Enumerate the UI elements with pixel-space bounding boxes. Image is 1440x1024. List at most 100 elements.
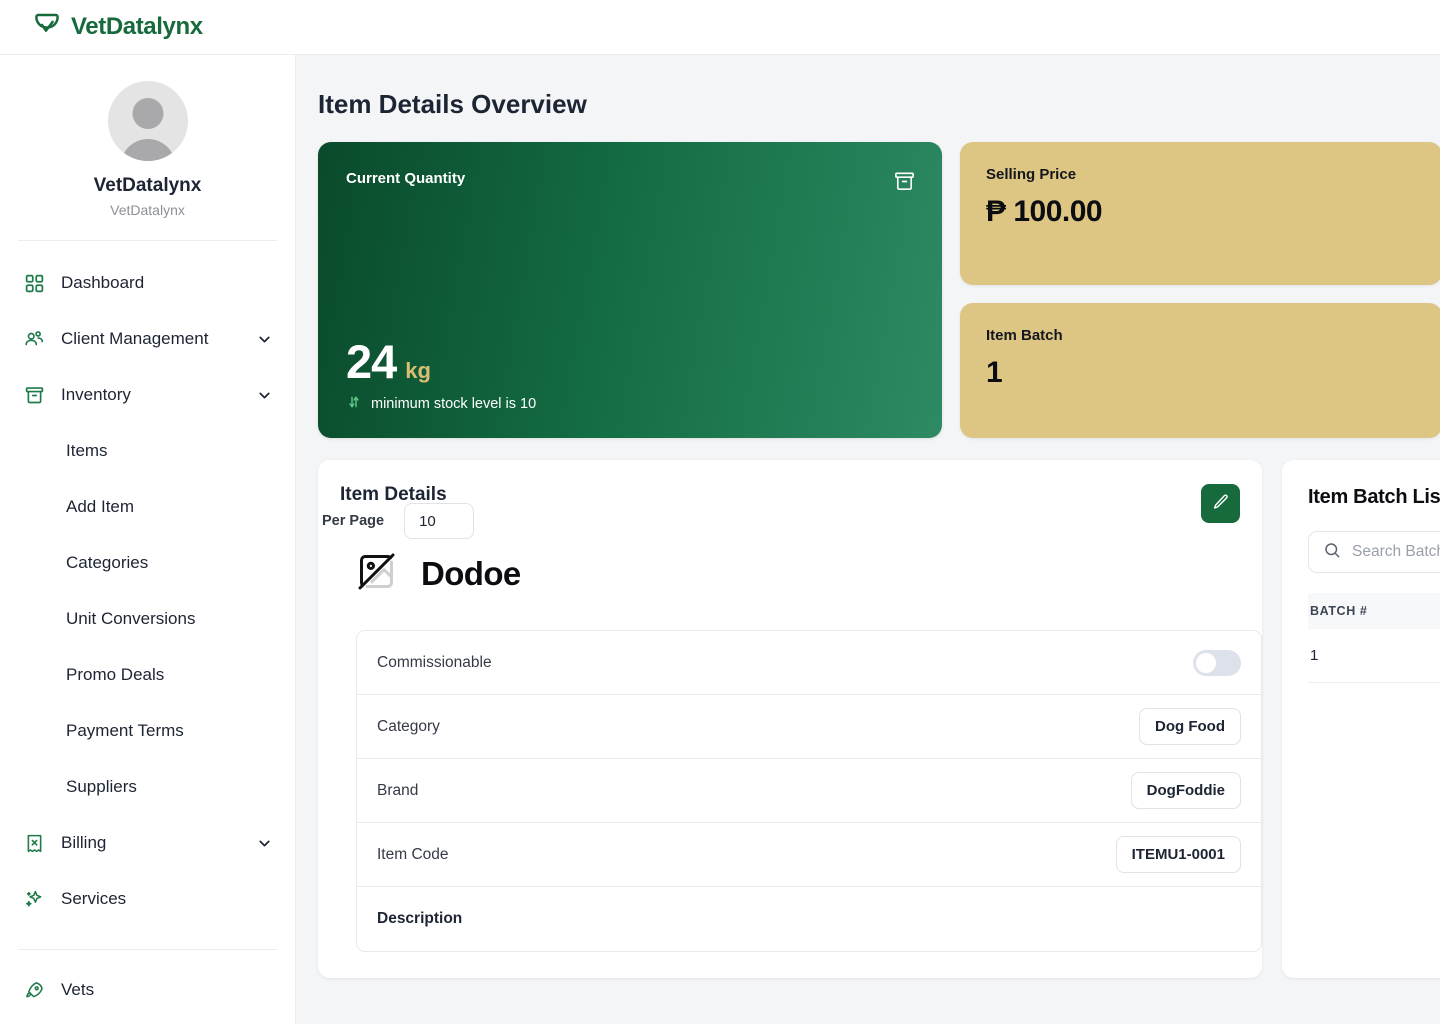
receipt-icon: [22, 831, 46, 855]
sidebar-item-services[interactable]: Services: [0, 871, 295, 927]
current-quantity-body: 24 kg minimum stock level is 10: [346, 338, 916, 414]
sidebar-subitem-label: Unit Conversions: [66, 609, 196, 628]
item-batch-title: Item Batch: [986, 327, 1063, 344]
selling-price-card: Selling Price ₱ 100.00: [960, 142, 1440, 285]
current-quantity-value-row: 24 kg: [346, 338, 916, 385]
sidebar-subitem-label: Items: [66, 441, 108, 460]
per-page-select[interactable]: 10: [404, 503, 475, 539]
detail-label: Description: [377, 910, 463, 927]
search-icon: [1323, 541, 1341, 564]
item-name: Dodoe: [421, 555, 521, 592]
sidebar-item-billing[interactable]: Billing: [0, 815, 295, 871]
chevron-down-icon[interactable]: [255, 386, 273, 404]
sidebar-item-label: Inventory: [61, 385, 131, 404]
sidebar-divider-bottom: [18, 949, 277, 950]
sidebar-item-label: Client Management: [61, 329, 209, 348]
toggle-knob: [1196, 652, 1216, 673]
avatar-shoulders: [120, 139, 175, 161]
sidebar-item-inventory[interactable]: Inventory: [0, 367, 295, 423]
batch-column-header: BATCH #: [1308, 593, 1440, 629]
selling-price-value: ₱ 100.00: [986, 195, 1103, 228]
archive-box-icon: [22, 383, 46, 407]
sidebar-item-vets[interactable]: Vets: [0, 962, 295, 1018]
per-page-value: 10: [419, 512, 436, 530]
avatar: [107, 81, 188, 161]
commissionable-toggle[interactable]: [1193, 649, 1241, 676]
table-row[interactable]: 1: [1308, 629, 1440, 683]
table-row: Commissionable: [357, 631, 1261, 695]
main-content: Item Details Overview Current Quantity 2…: [296, 55, 1440, 1024]
leaf-shield-icon: [32, 10, 62, 45]
sidebar-item-suppliers[interactable]: Suppliers: [0, 759, 295, 815]
sidebar-subitem-label: Promo Deals: [66, 665, 165, 684]
brand-logo[interactable]: VetDatalynx: [32, 10, 203, 45]
item-batch-card: Item Batch 1: [960, 303, 1440, 438]
batch-search-box[interactable]: [1308, 531, 1440, 573]
current-quantity-unit: kg: [405, 358, 431, 383]
selling-price-title: Selling Price: [986, 166, 1077, 183]
sidebar-item-promo-deals[interactable]: Promo Deals: [0, 647, 295, 703]
sidebar: VetDatalynx VetDatalynx Dashboard Client…: [0, 55, 296, 1024]
chevron-down-icon[interactable]: [255, 834, 273, 852]
sidebar-item-client-management[interactable]: Client Management: [0, 311, 295, 367]
batch-number-cell: 1: [1310, 647, 1319, 664]
detail-label: Item Code: [377, 845, 449, 863]
item-batch-list-title: Item Batch List: [1308, 486, 1440, 508]
table-row: Category Dog Food: [357, 695, 1261, 759]
minimum-stock-note: minimum stock level is 10: [346, 394, 916, 414]
table-row: Item Code ITEMU1-0001: [357, 823, 1261, 887]
arrows-up-down-icon: [346, 394, 362, 414]
table-row: Brand DogFoddie: [357, 759, 1261, 823]
per-page-control: Per Page 10: [322, 503, 475, 539]
gold-cards-column: Selling Price ₱ 100.00 Item Batch 1: [960, 142, 1440, 438]
summary-cards-row: Current Quantity 24 kg minimum stock lev…: [318, 142, 1440, 438]
body-split: VetDatalynx VetDatalynx Dashboard Client…: [0, 55, 1440, 1024]
sidebar-item-label: Billing: [61, 833, 107, 852]
detail-label: Brand: [377, 781, 419, 799]
detail-label: Category: [377, 717, 440, 735]
brand-name: VetDatalynx: [71, 13, 203, 40]
sidebar-item-label: Dashboard: [61, 273, 145, 292]
item-details-table: Commissionable Category Dog Food Brand D…: [356, 630, 1262, 952]
category-value: Dog Food: [1139, 708, 1241, 745]
sidebar-subitem-label: Categories: [66, 553, 149, 572]
batch-search-input[interactable]: [1352, 543, 1440, 561]
profile-subtitle: VetDatalynx: [110, 202, 185, 218]
grid-icon: [22, 271, 46, 295]
item-name-row: Dodoe: [354, 549, 1240, 599]
sidebar-subitem-label: Suppliers: [66, 777, 137, 796]
sidebar-item-label: Services: [61, 889, 127, 908]
top-bar: VetDatalynx: [0, 0, 1440, 55]
edit-item-button[interactable]: [1201, 484, 1240, 523]
users-group-icon: [22, 327, 46, 351]
app-root: VetDatalynx VetDatalynx VetDatalynx Dash…: [0, 0, 1440, 1024]
current-quantity-header: Current Quantity: [346, 170, 916, 198]
sidebar-subitem-label: Payment Terms: [66, 721, 184, 740]
sidebar-item-categories[interactable]: Categories: [0, 535, 295, 591]
current-quantity-title: Current Quantity: [346, 170, 466, 187]
pencil-icon: [1212, 493, 1230, 514]
rocket-icon: [22, 978, 46, 1002]
sidebar-profile: VetDatalynx VetDatalynx: [0, 81, 295, 218]
current-quantity-value: 24: [346, 335, 397, 388]
page-title: Item Details Overview: [318, 89, 587, 119]
detail-label: Commissionable: [377, 653, 492, 671]
sidebar-item-dashboard[interactable]: Dashboard: [0, 255, 295, 311]
chevron-down-icon[interactable]: [255, 330, 273, 348]
sidebar-subitem-label: Add Item: [66, 497, 135, 516]
sparkle-icon: [22, 887, 46, 911]
image-off-icon: [354, 549, 399, 599]
archive-box-icon: [893, 170, 916, 198]
sidebar-item-add-item[interactable]: Add Item: [0, 479, 295, 535]
lower-panels-row: Item Details Dodoe Commissionable Catego…: [318, 460, 1440, 978]
profile-name: VetDatalynx: [93, 175, 202, 196]
minimum-stock-text: minimum stock level is 10: [371, 396, 537, 412]
sidebar-item-payment-terms[interactable]: Payment Terms: [0, 703, 295, 759]
per-page-label: Per Page: [322, 513, 385, 529]
sidebar-item-unit-conversions[interactable]: Unit Conversions: [0, 591, 295, 647]
batch-table: BATCH # 1: [1308, 593, 1440, 683]
item-code-value: ITEMU1-0001: [1115, 836, 1241, 873]
sidebar-item-items[interactable]: Items: [0, 423, 295, 479]
brand-value: DogFoddie: [1130, 772, 1241, 809]
current-quantity-card: Current Quantity 24 kg minimum stock lev…: [318, 142, 942, 438]
